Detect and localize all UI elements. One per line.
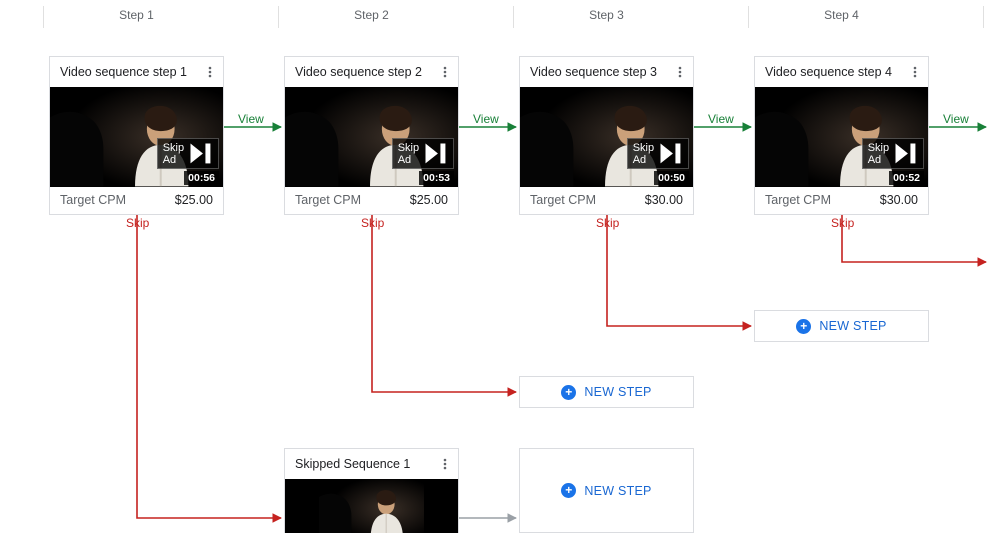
card-title: Video sequence step 3 [530,65,671,79]
plus-icon: + [561,385,576,400]
step-header-1: Step 1 [49,8,224,28]
target-cpm-value: $30.00 [645,193,683,207]
target-cpm-value: $30.00 [880,193,918,207]
view-label: View [238,112,264,126]
video-duration: 00:50 [654,171,689,185]
step-header-3: Step 3 [519,8,694,28]
skip-label: Skip [596,216,619,230]
card-title: Video sequence step 2 [295,65,436,79]
more-icon[interactable] [906,63,924,81]
skip-ad-badge: Skip Ad [627,138,689,169]
new-step-label: NEW STEP [584,484,651,498]
video-thumbnail[interactable]: Skip Ad 00:50 [520,87,693,187]
more-icon[interactable] [671,63,689,81]
video-thumbnail[interactable]: Skip Ad 00:56 [50,87,223,187]
view-label: View [943,112,969,126]
card-title: Video sequence step 1 [60,65,201,79]
card-title: Video sequence step 4 [765,65,906,79]
plus-icon: + [561,483,576,498]
video-thumbnail[interactable] [285,479,458,533]
new-step-label: NEW STEP [819,319,886,333]
target-cpm-label: Target CPM [60,193,126,207]
skip-ad-badge: Skip Ad [392,138,454,169]
card-title: Skipped Sequence 1 [295,457,436,471]
step-headers: Step 1 Step 2 Step 3 Step 4 [0,0,989,36]
new-step-button[interactable]: + NEW STEP [519,376,694,408]
target-cpm-label: Target CPM [765,193,831,207]
more-icon[interactable] [201,63,219,81]
video-duration: 00:52 [889,171,924,185]
more-icon[interactable] [436,455,454,473]
new-step-button[interactable]: + NEW STEP [519,448,694,533]
new-step-button[interactable]: + NEW STEP [754,310,929,342]
target-cpm-value: $25.00 [410,193,448,207]
video-thumbnail[interactable]: Skip Ad 00:52 [755,87,928,187]
target-cpm-label: Target CPM [530,193,596,207]
video-duration: 00:56 [184,171,219,185]
video-step-card-3[interactable]: Video sequence step 3 Skip Ad 00:50 Targ… [519,56,694,215]
target-cpm-value: $25.00 [175,193,213,207]
plus-icon: + [796,319,811,334]
view-label: View [473,112,499,126]
more-icon[interactable] [436,63,454,81]
video-duration: 00:53 [419,171,454,185]
view-label: View [708,112,734,126]
video-step-card-4[interactable]: Video sequence step 4 Skip Ad 00:52 Targ… [754,56,929,215]
skip-label: Skip [126,216,149,230]
new-step-label: NEW STEP [584,385,651,399]
step-header-4: Step 4 [754,8,929,28]
skipped-sequence-card[interactable]: Skipped Sequence 1 [284,448,459,533]
skip-label: Skip [831,216,854,230]
video-step-card-1[interactable]: Video sequence step 1 Skip Ad 00:56 Targ… [49,56,224,215]
skip-ad-badge: Skip Ad [157,138,219,169]
video-step-card-2[interactable]: Video sequence step 2 Skip Ad 00:53 Targ… [284,56,459,215]
skip-ad-badge: Skip Ad [862,138,924,169]
target-cpm-label: Target CPM [295,193,361,207]
video-thumbnail[interactable]: Skip Ad 00:53 [285,87,458,187]
step-header-2: Step 2 [284,8,459,28]
skip-label: Skip [361,216,384,230]
